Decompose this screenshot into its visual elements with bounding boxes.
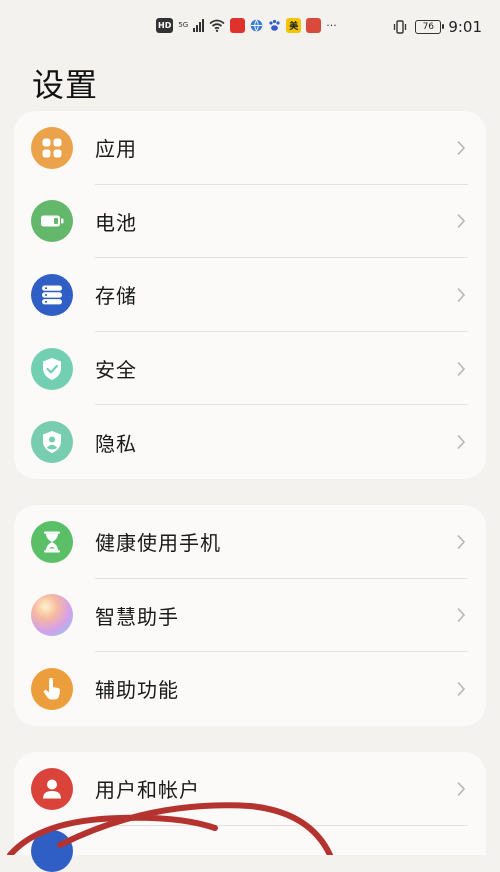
- hd-badge: HD: [156, 18, 174, 33]
- chevron-right-icon: [457, 781, 466, 796]
- settings-item-label: 应用: [95, 137, 137, 162]
- settings-group-2: 健康使用手机 智慧助手 辅助功能: [14, 505, 486, 726]
- globe-notification-icon: [250, 19, 263, 32]
- user-icon: [31, 767, 73, 810]
- settings-item-label: 存储: [95, 284, 137, 309]
- vibrate-icon: [394, 20, 407, 34]
- shield-check-icon: [31, 347, 73, 390]
- app-notification-icon-2: [306, 18, 322, 33]
- more-notifications-icon: ···: [326, 19, 337, 32]
- smart-assistant-icon: [31, 594, 73, 637]
- hourglass-icon: [31, 520, 73, 563]
- chevron-right-icon: [457, 287, 466, 303]
- chevron-right-icon: [457, 435, 466, 450]
- paw-notification-icon: [269, 19, 280, 31]
- status-bar: HD 5G 美 ··· 76 9:01: [0, 14, 500, 42]
- settings-item-accessibility[interactable]: 辅助功能: [14, 652, 486, 726]
- settings-item-label: 安全: [95, 358, 137, 383]
- settings-item-battery[interactable]: 电池: [14, 185, 486, 259]
- signal-strength-icon: [193, 19, 205, 32]
- settings-item-label: 健康使用手机: [95, 531, 221, 556]
- status-icons-right: 76 9:01: [392, 18, 482, 36]
- settings-item-partial[interactable]: [14, 826, 486, 872]
- settings-group-3: 用户和帐户: [14, 752, 486, 872]
- apps-grid-icon: [31, 126, 73, 169]
- settings-item-label: 用户和帐户: [95, 778, 200, 803]
- clock: 9:01: [448, 18, 482, 36]
- settings-item-storage[interactable]: 存储: [14, 258, 486, 332]
- battery-icon: [31, 200, 73, 243]
- settings-item-security[interactable]: 安全: [14, 332, 486, 406]
- settings-group-1: 应用 电池 存储 安全 隐私: [14, 111, 486, 479]
- chevron-right-icon: [457, 361, 466, 376]
- chevron-right-icon: [457, 534, 466, 549]
- privacy-shield-icon: [31, 421, 73, 464]
- settings-item-label: 隐私: [95, 431, 137, 456]
- wifi-icon: [209, 19, 225, 32]
- settings-item-privacy[interactable]: 隐私: [14, 405, 486, 479]
- settings-item-apps[interactable]: 应用: [14, 111, 486, 185]
- settings-item-users-accounts[interactable]: 用户和帐户: [14, 752, 486, 826]
- settings-item-label: 电池: [95, 210, 137, 235]
- status-icons-left: HD 5G 美 ···: [156, 18, 337, 33]
- hand-touch-icon: [31, 667, 73, 710]
- page-title: 设置: [32, 66, 99, 104]
- settings-item-label: 智慧助手: [95, 604, 179, 629]
- chevron-right-icon: [457, 214, 466, 229]
- chevron-right-icon: [457, 681, 466, 697]
- battery-indicator: 76: [415, 20, 445, 34]
- app-notification-icon: [230, 18, 246, 33]
- settings-item-smart-assistant[interactable]: 智慧助手: [14, 579, 486, 653]
- network-type: 5G: [178, 21, 189, 29]
- settings-item-label: 辅助功能: [95, 678, 179, 703]
- settings-item-digital-balance[interactable]: 健康使用手机: [14, 505, 486, 579]
- meituan-notification-icon: 美: [286, 18, 302, 33]
- system-icon: [31, 829, 73, 872]
- storage-icon: [31, 273, 73, 316]
- chevron-right-icon: [457, 140, 466, 155]
- chevron-right-icon: [457, 608, 466, 623]
